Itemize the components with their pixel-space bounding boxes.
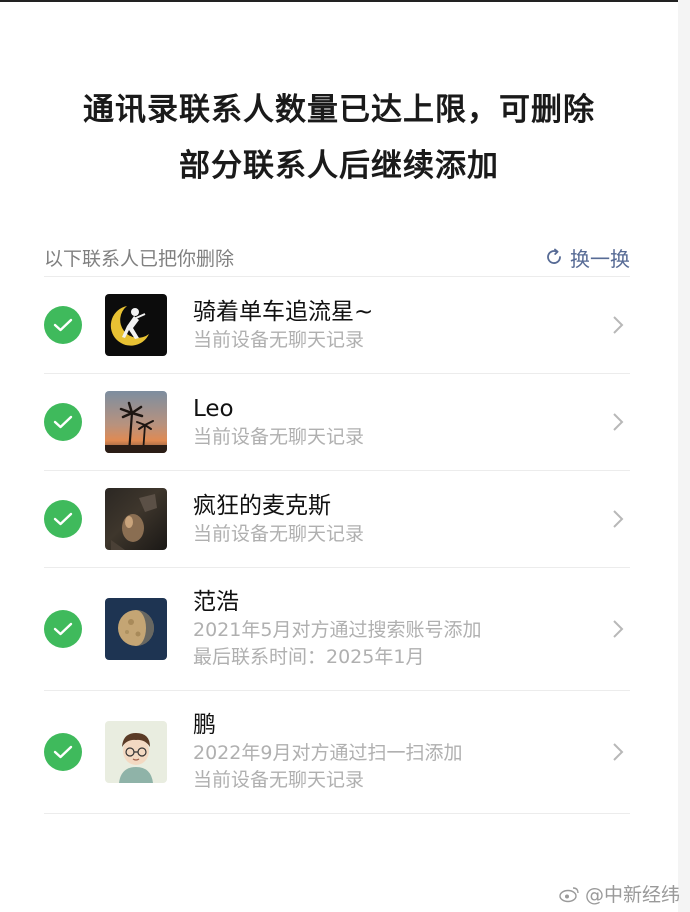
- moon-avatar: [105, 598, 167, 660]
- contact-info: 鹏 2022年9月对方通过扫一扫添加 当前设备无聊天记录: [193, 710, 630, 794]
- top-border: [0, 0, 690, 2]
- checkbox-checked[interactable]: [44, 733, 82, 771]
- dark-photo-avatar: [105, 488, 167, 550]
- refresh-label: 换一换: [570, 246, 630, 271]
- right-edge: [678, 0, 690, 912]
- contact-name: Leo: [193, 395, 234, 422]
- dialog-title: 通讯录联系人数量已达上限，可删除 部分联系人后继续添加: [0, 82, 678, 194]
- contact-info: 范浩 2021年5月对方通过搜索账号添加 最后联系时间：2025年1月: [193, 587, 630, 671]
- checkbox-checked[interactable]: [44, 610, 82, 648]
- contact-name: 范浩: [193, 589, 239, 615]
- contact-row[interactable]: 疯狂的麦克斯 当前设备无聊天记录: [44, 471, 630, 568]
- contact-info: 骑着单车追流星~ 当前设备无聊天记录: [193, 297, 630, 354]
- refresh-icon: [547, 248, 561, 264]
- section-label: 以下联系人已把你删除: [44, 247, 235, 270]
- chevron-right-icon: [613, 743, 624, 761]
- watermark-text: @中新经纬: [584, 884, 680, 906]
- sailor-moon-avatar: [105, 294, 167, 356]
- contact-add-source: 2022年9月对方通过扫一扫添加: [193, 742, 463, 764]
- watermark: @中新经纬: [559, 880, 680, 907]
- checkbox-checked[interactable]: [44, 500, 82, 538]
- check-icon: [53, 745, 73, 759]
- palm-sunset-avatar: [105, 391, 167, 453]
- contact-row[interactable]: Leo 当前设备无聊天记录: [44, 374, 630, 471]
- check-icon: [53, 512, 73, 526]
- chevron-right-icon: [613, 620, 624, 638]
- chevron-right-icon: [613, 510, 624, 528]
- contact-detail: 当前设备无聊天记录: [193, 522, 365, 545]
- contact-list: 骑着单车追流星~ 当前设备无聊天记录 Leo 当前设备无聊天记录 疯狂的麦克斯 …: [44, 277, 630, 814]
- chevron-right-icon: [613, 413, 624, 431]
- contact-last-contact: 最后联系时间：2025年1月: [193, 646, 425, 668]
- contact-detail: 当前设备无聊天记录: [193, 769, 365, 791]
- contact-row[interactable]: 骑着单车追流星~ 当前设备无聊天记录: [44, 277, 630, 374]
- checkbox-checked[interactable]: [44, 403, 82, 441]
- check-icon: [53, 415, 73, 429]
- checkbox-checked[interactable]: [44, 306, 82, 344]
- refresh-button[interactable]: 换一换: [544, 243, 630, 272]
- contact-row[interactable]: 鹏 2022年9月对方通过扫一扫添加 当前设备无聊天记录: [44, 691, 630, 814]
- contact-name: 鹏: [193, 712, 216, 738]
- section-header: 以下联系人已把你删除 换一换: [44, 238, 630, 277]
- contact-detail: 当前设备无聊天记录: [193, 425, 365, 448]
- chevron-right-icon: [613, 316, 624, 334]
- weibo-icon: [559, 886, 579, 902]
- check-icon: [53, 318, 73, 332]
- contact-info: 疯狂的麦克斯 当前设备无聊天记录: [193, 491, 630, 548]
- contact-name: 骑着单车追流星~: [193, 298, 374, 325]
- contact-add-source: 2021年5月对方通过搜索账号添加: [193, 619, 482, 641]
- cartoon-boy-avatar: [105, 721, 167, 783]
- dialog-title-line1: 通讯录联系人数量已达上限，可删除: [83, 92, 595, 128]
- contact-detail: 当前设备无聊天记录: [193, 328, 365, 351]
- contact-info: Leo 当前设备无聊天记录: [193, 394, 630, 451]
- check-icon: [53, 622, 73, 636]
- contact-name: 疯狂的麦克斯: [193, 492, 331, 519]
- dialog-title-line2: 部分联系人后继续添加: [179, 148, 499, 184]
- contact-row[interactable]: 范浩 2021年5月对方通过搜索账号添加 最后联系时间：2025年1月: [44, 568, 630, 691]
